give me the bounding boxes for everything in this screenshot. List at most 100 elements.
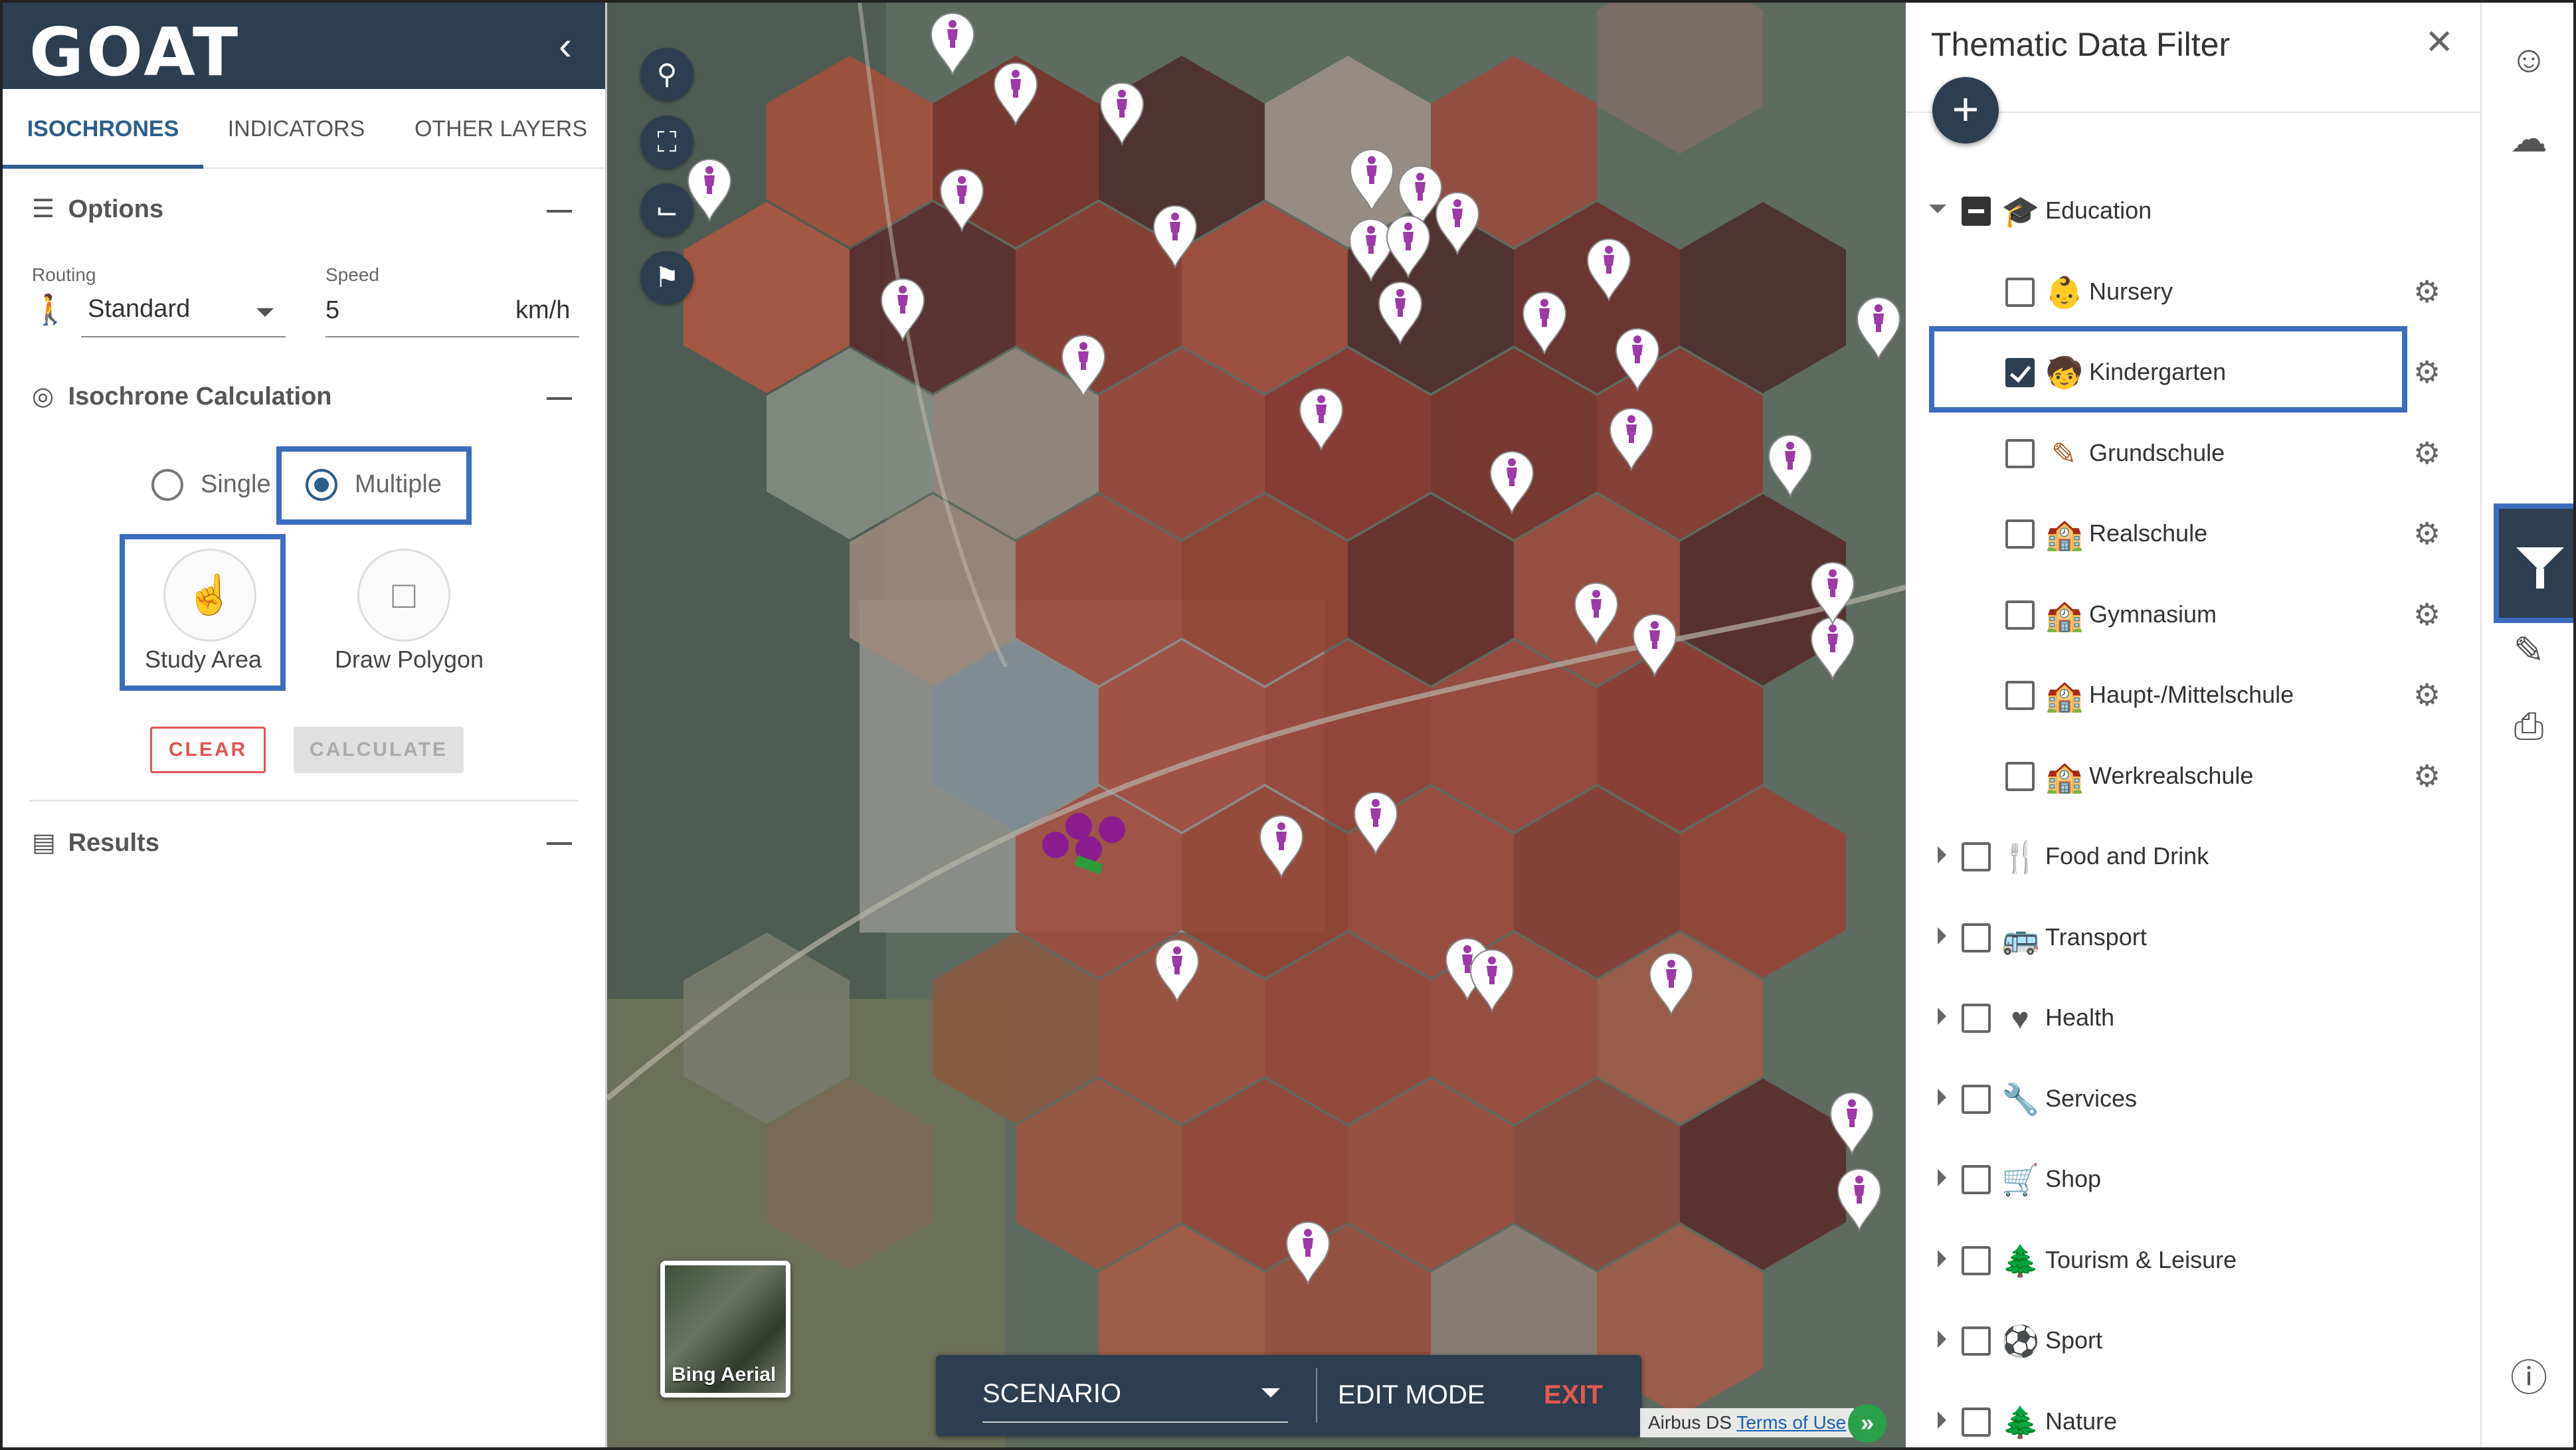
checkbox[interactable] [2005, 519, 2035, 549]
kindergarten-pin-icon[interactable] [1487, 448, 1537, 515]
checkbox[interactable] [2005, 277, 2035, 307]
kindergarten-pin-icon[interactable] [1519, 288, 1570, 355]
tree-group-row[interactable]: 🔧 Services [1906, 1071, 2457, 1125]
tree-item-row[interactable]: 👶 Nursery ⚙ [1906, 264, 2457, 317]
checkbox[interactable] [2005, 438, 2035, 468]
clear-button[interactable]: CLEAR [150, 727, 266, 773]
tree-group-row[interactable]: 🛒 Shop [1906, 1152, 2457, 1205]
gear-icon[interactable]: ⚙ [2413, 354, 2440, 390]
gear-icon[interactable]: ⚙ [2413, 596, 2440, 632]
checkbox[interactable] [1962, 1004, 1991, 1033]
kindergarten-pin-icon[interactable] [1383, 212, 1433, 279]
tree-group-row[interactable]: 🚌 Transport [1906, 910, 2457, 963]
gear-icon[interactable]: ⚙ [2413, 274, 2440, 310]
kindergarten-pin-icon[interactable] [684, 155, 735, 223]
basemap-switcher[interactable]: Bing Aerial [660, 1261, 790, 1398]
draw-polygon-button[interactable]: □ [357, 549, 450, 642]
isochrone-collapse-icon[interactable] [547, 397, 572, 400]
expand-arrow-icon[interactable] [1938, 927, 1946, 945]
results-section-header[interactable]: ▤ Results [32, 828, 159, 858]
kindergarten-pin-icon[interactable] [1584, 235, 1634, 302]
kindergarten-pin-icon[interactable] [1612, 325, 1663, 392]
tree-item-row[interactable]: 🏫 Haupt-/Mittelschule ⚙ [1906, 668, 2457, 721]
tree-group-row[interactable]: ♥ Health [1906, 990, 2457, 1043]
kindergarten-pin-icon[interactable] [1058, 331, 1109, 399]
checkbox[interactable] [1962, 1245, 1991, 1275]
tree-group-row[interactable]: 🌲 Tourism & Leisure [1906, 1233, 2457, 1286]
tree-group-row[interactable]: 🍴 Food and Drink [1906, 829, 2457, 882]
gear-icon[interactable]: ⚙ [2413, 435, 2440, 471]
exit-button[interactable]: EXIT [1544, 1380, 1603, 1410]
routing-dropdown-icon[interactable] [256, 308, 274, 317]
checkbox[interactable] [1962, 923, 1991, 952]
kindergarten-pin-icon[interactable] [877, 275, 928, 342]
kindergarten-pin-icon[interactable] [1467, 946, 1517, 1013]
collapse-panel-icon[interactable]: ‹ [559, 23, 572, 68]
expand-arrow-icon[interactable] [1938, 1008, 1946, 1025]
tab-isochrones[interactable]: ISOCHRONES [3, 89, 203, 169]
kindergarten-pin-icon[interactable] [927, 9, 978, 76]
tree-group-row[interactable]: ⚽ Sport [1906, 1313, 2457, 1366]
kindergarten-pin-icon[interactable] [1571, 579, 1621, 646]
info-icon[interactable]: ⓘ [2506, 1355, 2552, 1402]
expand-arrow-icon[interactable] [1938, 1330, 1946, 1348]
tree-item-row[interactable]: 🏫 Realschule ⚙ [1906, 506, 2457, 559]
gear-icon[interactable]: ⚙ [2413, 515, 2440, 551]
kindergarten-pin-icon[interactable] [1296, 385, 1346, 452]
edit-icon[interactable]: ✎ [2506, 627, 2552, 674]
expand-arrow-icon[interactable] [1938, 1411, 1946, 1429]
kindergarten-pin-icon[interactable] [1256, 812, 1307, 879]
kindergarten-pin-icon[interactable] [1097, 79, 1147, 146]
map-view[interactable]: ⚲ ⛶ ⌙ ⚑ Bing Aerial SCENARIO EDIT MODE E… [607, 3, 1906, 1447]
routing-select[interactable]: Standard [88, 295, 190, 323]
tree-item-row[interactable]: 🏫 Gymnasium ⚙ [1906, 587, 2457, 640]
checkbox[interactable] [1962, 1326, 1991, 1356]
collapse-arrow-icon[interactable] [1929, 205, 1946, 213]
kindergarten-pin-icon[interactable] [937, 165, 987, 232]
tree-group-row[interactable]: 🌲 Nature [1906, 1394, 2457, 1447]
kindergarten-pin-icon[interactable] [1375, 278, 1426, 345]
gear-icon[interactable]: ⚙ [2413, 677, 2440, 713]
tree-item-row[interactable]: 🏫 Werkrealschule ⚙ [1906, 749, 2457, 802]
speed-input[interactable]: 5 [325, 296, 339, 325]
scenario-dropdown-icon[interactable] [1261, 1388, 1280, 1398]
scenario-select[interactable]: SCENARIO [982, 1379, 1121, 1409]
kindergarten-pin-icon[interactable] [1432, 189, 1483, 256]
print-icon[interactable]: ⎙ [2506, 703, 2552, 749]
gear-icon[interactable]: ⚙ [2413, 758, 2440, 794]
options-section-header[interactable]: ☰ Options [32, 194, 163, 224]
kindergarten-pin-icon[interactable] [1765, 431, 1815, 498]
map-layers-icon[interactable]: ⚑ [640, 251, 693, 304]
checkbox[interactable] [2005, 761, 2035, 791]
multiple-label[interactable]: Multiple [355, 470, 442, 499]
options-collapse-icon[interactable] [547, 210, 572, 213]
kindergarten-pin-icon[interactable] [1834, 1165, 1885, 1232]
checkbox[interactable] [1962, 197, 1991, 226]
kindergarten-pin-icon[interactable] [990, 59, 1041, 126]
terms-of-use-link[interactable]: Terms of Use [1736, 1412, 1846, 1433]
tree-group-row[interactable]: 🎓 Education [1906, 183, 2457, 236]
single-radio[interactable] [151, 469, 183, 501]
kindergarten-pin-icon[interactable] [1629, 610, 1680, 678]
checkbox[interactable] [1962, 1165, 1991, 1194]
kindergarten-pin-icon[interactable] [1827, 1089, 1877, 1156]
tab-indicators[interactable]: INDICATORS [203, 89, 389, 169]
checkbox[interactable] [1962, 1407, 1991, 1437]
expand-arrow-icon[interactable] [1938, 1088, 1946, 1106]
kindergarten-pin-icon[interactable] [1646, 949, 1697, 1016]
kindergarten-pin-icon[interactable] [1606, 405, 1657, 472]
kindergarten-pin-icon[interactable] [1853, 294, 1904, 361]
attribution-expand-icon[interactable]: » [1848, 1404, 1886, 1443]
calculate-button[interactable]: CALCULATE [294, 727, 464, 773]
results-collapse-icon[interactable] [547, 842, 572, 845]
cloud-icon[interactable]: ☁ [2506, 116, 2552, 162]
kindergarten-pin-icon[interactable] [1346, 145, 1397, 213]
checkbox[interactable] [1962, 842, 1991, 871]
filter-tool-button[interactable] [2494, 503, 2573, 623]
single-label[interactable]: Single [201, 470, 271, 499]
kindergarten-pin-icon[interactable] [1350, 788, 1401, 856]
user-account-icon[interactable]: ☺ [2506, 36, 2552, 82]
expand-arrow-icon[interactable] [1938, 1249, 1946, 1267]
study-area-button[interactable]: ☝ [163, 549, 256, 642]
multiple-radio[interactable] [306, 469, 337, 501]
